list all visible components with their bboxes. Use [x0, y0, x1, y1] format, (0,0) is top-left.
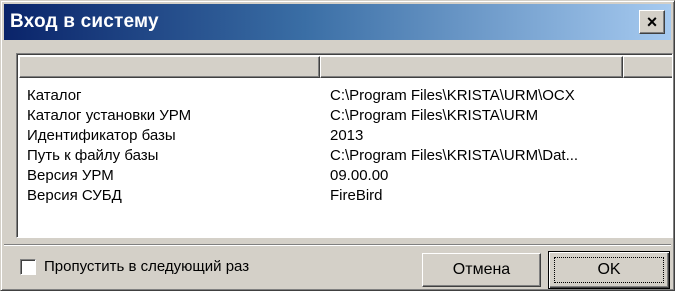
- item-name: Версия СУБД: [27, 187, 122, 204]
- footer-divider: [4, 244, 671, 246]
- column-header-extra[interactable]: [623, 56, 672, 78]
- list-header: [19, 56, 672, 78]
- ok-button-label: OK: [597, 261, 621, 278]
- item-value: 09.00.00: [330, 167, 389, 184]
- close-button[interactable]: ×: [639, 10, 665, 34]
- list-item[interactable]: Версия СУБД FireBird: [27, 186, 667, 206]
- skip-next-time-label[interactable]: Пропустить в следующий раз: [44, 258, 249, 275]
- skip-next-time-option[interactable]: Пропустить в следующий раз: [20, 258, 249, 275]
- item-name: Путь к файлу базы: [27, 147, 159, 164]
- item-name: Идентификатор базы: [27, 127, 176, 144]
- item-name: Каталог установки УРМ: [27, 107, 192, 124]
- item-value: C:\Program Files\KRISTA\URM\Dat...: [330, 147, 579, 164]
- list-item[interactable]: Путь к файлу базы C:\Program Files\KRIST…: [27, 146, 667, 166]
- column-header-value[interactable]: [320, 56, 623, 78]
- cancel-button-label: Отмена: [452, 261, 511, 278]
- item-value: C:\Program Files\KRISTA\URM\OCX: [330, 87, 575, 104]
- close-icon: ×: [646, 12, 658, 32]
- title-bar[interactable]: Вход в систему ×: [4, 4, 671, 40]
- item-value: 2013: [330, 127, 364, 144]
- item-value: C:\Program Files\KRISTA\URM: [330, 107, 539, 124]
- skip-next-time-checkbox[interactable]: [20, 258, 36, 275]
- ok-button[interactable]: OK: [548, 251, 670, 289]
- list-rows: Каталог C:\Program Files\KRISTA\URM\OCX …: [27, 86, 667, 206]
- info-list[interactable]: Каталог C:\Program Files\KRISTA\URM\OCX …: [16, 53, 673, 238]
- list-item[interactable]: Версия УРМ 09.00.00: [27, 166, 667, 186]
- dialog-title: Вход в систему: [10, 11, 159, 32]
- column-header-name[interactable]: [19, 56, 320, 78]
- cancel-button[interactable]: Отмена: [422, 253, 541, 287]
- list-item[interactable]: Каталог C:\Program Files\KRISTA\URM\OCX: [27, 86, 667, 106]
- list-item[interactable]: Каталог установки УРМ C:\Program Files\K…: [27, 106, 667, 126]
- item-name: Каталог: [27, 87, 82, 104]
- item-name: Версия УРМ: [27, 167, 114, 184]
- item-value: FireBird: [330, 187, 383, 204]
- login-dialog: Вход в систему × Каталог C:\Program File…: [0, 0, 675, 291]
- list-item[interactable]: Идентификатор базы 2013: [27, 126, 667, 146]
